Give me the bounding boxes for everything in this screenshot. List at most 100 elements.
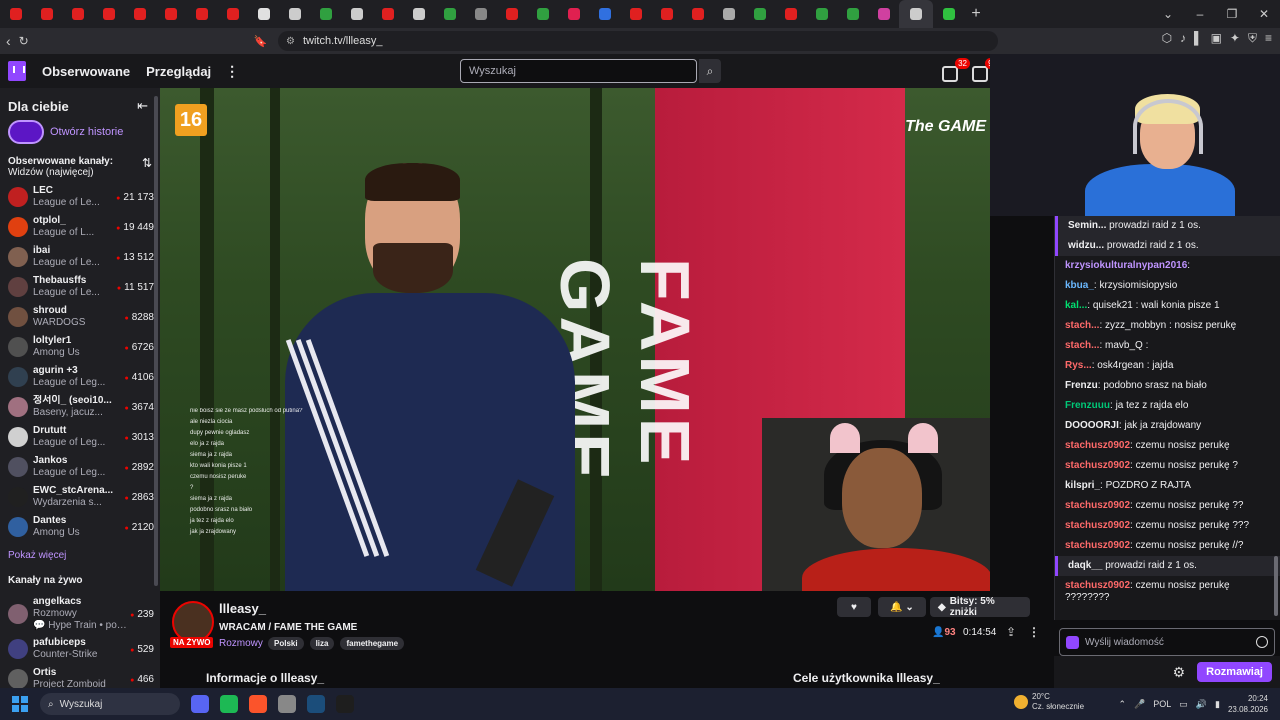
stories-row[interactable]: Otwórz historie [0,120,160,152]
browser-tab[interactable] [558,0,589,28]
sidebar-channel[interactable]: OrtisProject Zomboid466 [0,664,160,688]
browser-tab[interactable] [31,0,62,28]
url-field[interactable]: ⚙ twitch.tv/llleasy_ [278,31,998,51]
chat-username[interactable]: krzysiokulturalnypan2016 [1065,260,1187,271]
search-input[interactable]: Wyszukaj [460,59,697,83]
browser-tab[interactable] [310,0,341,28]
sidebar-channel[interactable]: LECLeague of Le...21 173 [0,182,160,212]
sidebar-scrollbar[interactable] [154,96,158,586]
new-tab-button[interactable]: + [964,5,988,23]
browser-tab[interactable] [806,0,837,28]
browser-tab[interactable] [933,0,964,28]
extensions-icon[interactable]: ⬡ [1162,31,1172,46]
streamer-name[interactable]: llleasy_ [219,601,266,616]
sidebar-channel[interactable]: shroudWARDOGS8288 [0,302,160,332]
chat-input[interactable]: Wyślij wiadomość [1059,628,1275,656]
emote-picker-icon[interactable] [1256,636,1268,648]
browser-tab[interactable] [372,0,403,28]
browser-tab[interactable] [682,0,713,28]
chat-username[interactable]: stachusz0902 [1065,580,1130,591]
taskbar-app-icon[interactable] [336,695,354,713]
stream-tag[interactable]: famethegame [340,637,405,650]
sidebar-channel[interactable]: DantesAmong Us2120 [0,512,160,542]
chat-username[interactable]: DOOOORJI [1065,420,1119,431]
chat-username[interactable]: stachusz0902 [1065,540,1130,551]
sort-icon[interactable]: ⇅ [142,156,152,178]
taskbar-search[interactable]: ⌕ Wyszukaj [40,693,180,715]
leo-icon[interactable]: ✦ [1230,31,1240,46]
sidebar-channel[interactable]: otplol_League of L...19 449 [0,212,160,242]
browser-tab[interactable] [527,0,558,28]
chat-username[interactable]: kbua_ [1065,280,1094,291]
more-icon[interactable]: ⋮ [1028,625,1040,639]
clock[interactable]: 20:24 23.08.2026 [1228,693,1268,715]
maximize-button[interactable]: ❐ [1216,0,1248,28]
bookmark-icon[interactable]: 🔖 [254,35,268,48]
language-indicator[interactable]: POL [1153,699,1171,709]
nav-following[interactable]: Obserwowane [42,64,130,79]
chat-username[interactable]: stachusz0902 [1065,500,1130,511]
chat-username[interactable]: Rys... [1065,360,1092,371]
browser-tab[interactable] [341,0,372,28]
show-more-link[interactable]: Pokaż więcej [0,542,160,571]
tab-search-icon[interactable]: ⌄ [1152,0,1184,28]
bits-button[interactable]: ◆ Bitsy: 5% zniżki [930,596,1030,618]
wallet-icon[interactable]: ▣ [1211,31,1222,46]
vpn-icon[interactable]: ⛨ [1248,31,1257,46]
browser-tab[interactable] [589,0,620,28]
browser-tab[interactable] [124,0,155,28]
sidebar-channel[interactable]: pafubicepsCounter-Strike529 [0,634,160,664]
chat-username[interactable]: Frenzuuu [1065,400,1110,411]
browser-tab[interactable] [465,0,496,28]
browser-tab[interactable] [651,0,682,28]
reload-icon[interactable]: ↻ [19,34,29,48]
chat-username[interactable]: stachusz0902 [1065,460,1130,471]
sidebar-channel[interactable]: loltyler1Among Us6726 [0,332,160,362]
inbox-icon[interactable]: 32 [942,58,970,82]
browser-tab[interactable] [434,0,465,28]
battery-icon[interactable]: ▮ [1215,699,1220,710]
browser-tab[interactable] [899,0,933,28]
video-player[interactable]: FAME GAME The GAME 16 nie boisz sie ze m… [160,88,990,591]
notifications-icon[interactable]: 99 [972,58,1000,82]
menu-icon[interactable]: ≡ [1265,31,1272,46]
monitor-icon[interactable]: ▭ [1179,699,1188,710]
badge-icon[interactable] [1066,635,1079,649]
chat-username[interactable]: kilspri_ [1065,480,1100,491]
browser-tab[interactable] [837,0,868,28]
browser-tab[interactable] [279,0,310,28]
taskbar-app-icon[interactable] [278,695,296,713]
browser-tab[interactable] [248,0,279,28]
notifications-bell-button[interactable]: 🔔 ⌄ [878,597,926,617]
taskbar-app-icon[interactable] [307,695,325,713]
volume-icon[interactable]: 🔊 [1196,699,1207,710]
share-icon[interactable]: ⇪ [1006,625,1016,639]
chat-username[interactable]: stachusz0902 [1065,520,1130,531]
sidebar-channel[interactable]: JankosLeague of Leg...2892 [0,452,160,482]
collapse-sidebar-icon[interactable]: ⇤ [137,98,148,114]
more-options-icon[interactable]: ⋮ [225,63,239,80]
chat-username[interactable]: Semin... [1068,220,1106,231]
sidebar-channel[interactable]: angelkacsRozmowy💬 Hype Train • pozio...2… [0,594,160,634]
twitch-logo-icon[interactable] [8,61,26,81]
windows-start-icon[interactable] [12,696,28,712]
close-window-button[interactable]: ✕ [1248,0,1280,28]
browser-tab[interactable] [62,0,93,28]
follow-button[interactable]: ♥ [837,597,871,617]
chat-username[interactable]: widzu... [1068,240,1104,251]
chat-scrollbar[interactable] [1274,556,1278,616]
browser-tab[interactable] [186,0,217,28]
taskbar-app-icon[interactable] [220,695,238,713]
chat-send-button[interactable]: Rozmawiaj [1197,662,1272,682]
browser-tab[interactable] [744,0,775,28]
chat-username[interactable]: daqk__ [1068,560,1102,571]
nav-browse[interactable]: Przeglądaj [146,64,211,79]
chat-username[interactable]: stach... [1065,320,1099,331]
sidebar-channel[interactable]: agurin +3League of Leg...4106 [0,362,160,392]
browser-tab[interactable] [620,0,651,28]
browser-tab[interactable] [496,0,527,28]
browser-tab[interactable] [868,0,899,28]
sidebar-channel[interactable]: DrututtLeague of Leg...3013 [0,422,160,452]
sidebar-channel[interactable]: EWC_stcArena...Wydarzenia s...2863 [0,482,160,512]
chat-username[interactable]: stachusz0902 [1065,440,1130,451]
